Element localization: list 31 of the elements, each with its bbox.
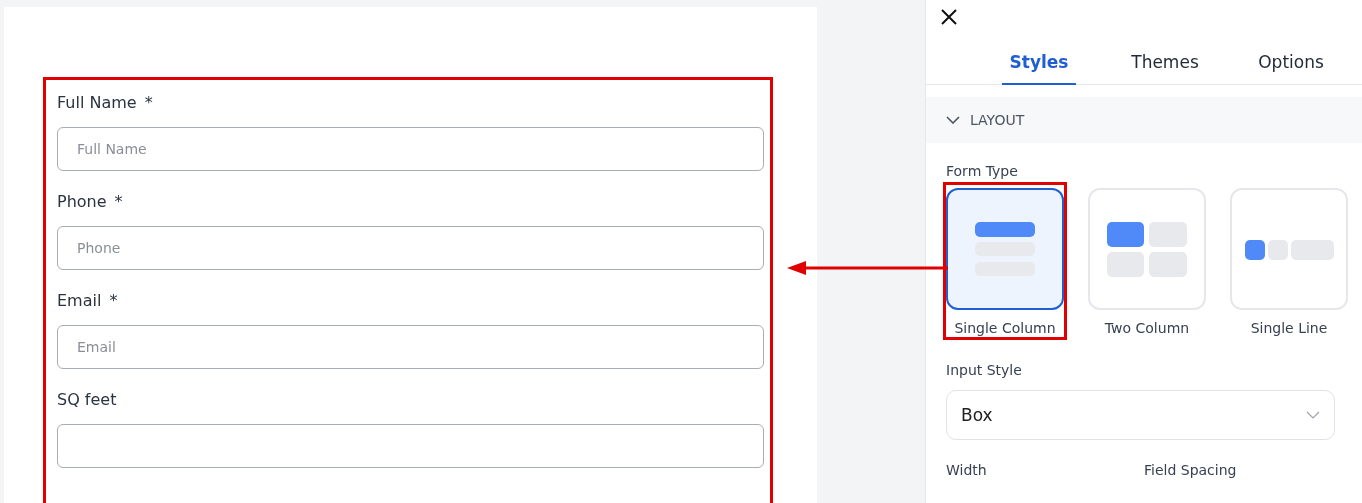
field-label: Phone bbox=[57, 191, 107, 211]
setting-label: Width bbox=[946, 462, 988, 478]
required-mark: * bbox=[144, 92, 153, 112]
field-label: Email bbox=[57, 290, 102, 310]
chevron-icon bbox=[946, 116, 960, 124]
option-label: Two Column bbox=[1104, 320, 1190, 336]
required-mark: * bbox=[109, 290, 118, 310]
single-line-layout-icon bbox=[1244, 238, 1334, 260]
option-label: Single Column bbox=[954, 320, 1056, 336]
close-icon[interactable] bbox=[940, 8, 958, 26]
form-type-label: Form Type bbox=[946, 163, 1019, 179]
input-style-select[interactable]: Box bbox=[946, 390, 1335, 440]
section-title: LAYOUT bbox=[970, 112, 1025, 128]
single-column-layout-icon bbox=[974, 221, 1036, 277]
field-label: Full Name bbox=[57, 92, 137, 112]
input-field[interactable]: Email bbox=[57, 325, 764, 369]
tab[interactable]: Themes bbox=[1102, 48, 1228, 84]
section-header[interactable]: LAYOUT bbox=[926, 97, 1362, 143]
input-field[interactable]: Phone bbox=[57, 226, 764, 270]
option-label: Single Line bbox=[1250, 320, 1328, 336]
tab[interactable]: Options bbox=[1228, 48, 1354, 84]
chevron-down-icon bbox=[1306, 411, 1320, 419]
setting-label: Field Spacing bbox=[1144, 462, 1238, 478]
layout-option[interactable] bbox=[946, 188, 1064, 310]
required-mark: * bbox=[114, 191, 123, 211]
tab[interactable]: Styles bbox=[976, 48, 1102, 84]
two-column-layout-icon bbox=[1106, 221, 1188, 277]
input-field[interactable] bbox=[57, 424, 764, 468]
input-style-label: Input Style bbox=[946, 362, 1023, 378]
field-label: SQ feet bbox=[57, 389, 117, 409]
input-field[interactable]: Full Name bbox=[57, 127, 764, 171]
